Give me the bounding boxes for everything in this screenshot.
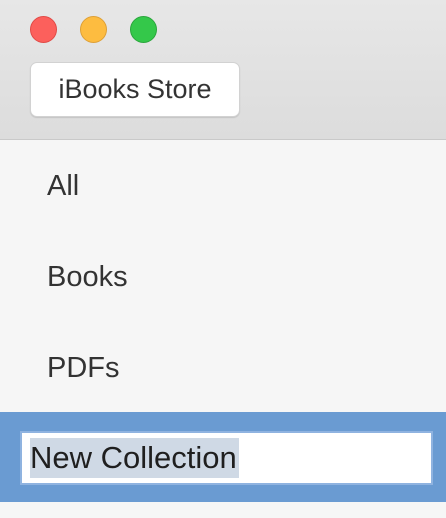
collection-name-field[interactable]: New Collection — [20, 431, 433, 485]
zoom-window-button[interactable] — [130, 16, 157, 43]
ibooks-window: iBooks Store All Books PDFs New Collecti… — [0, 0, 446, 518]
collection-name-selected-text[interactable]: New Collection — [30, 438, 239, 478]
sidebar-item-books[interactable]: Books — [47, 261, 128, 294]
sidebar-item-new-collection[interactable]: New Collection — [0, 412, 446, 502]
minimize-window-button[interactable] — [80, 16, 107, 43]
sidebar-empty-area — [0, 502, 446, 518]
library-sidebar: All Books PDFs New Collection — [0, 140, 446, 518]
sidebar-item-pdfs[interactable]: PDFs — [47, 352, 120, 385]
ibooks-store-button[interactable]: iBooks Store — [30, 62, 240, 117]
sidebar-item-all[interactable]: All — [47, 170, 79, 203]
close-window-button[interactable] — [30, 16, 57, 43]
title-bar: iBooks Store — [0, 0, 446, 140]
